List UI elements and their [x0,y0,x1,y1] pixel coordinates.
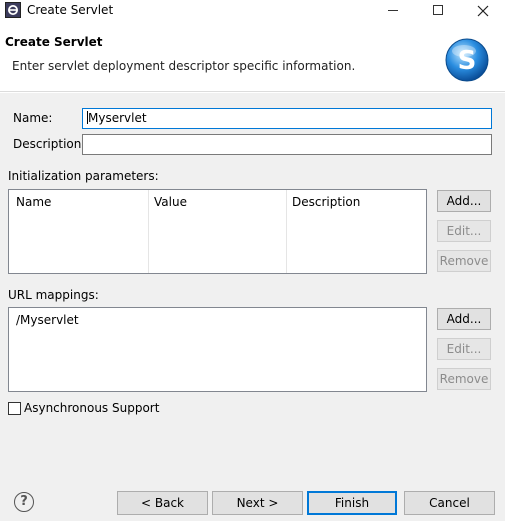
url-edit-button[interactable]: Edit... [437,338,491,360]
column-divider[interactable] [148,190,149,273]
column-header-value[interactable]: Value [154,195,187,209]
init-params-edit-button[interactable]: Edit... [437,220,491,242]
url-mappings-label: URL mappings: [8,288,99,302]
page-title: Create Servlet [5,35,103,49]
wizard-footer: ? < Back Next > Finish Cancel [0,473,505,521]
url-add-button[interactable]: Add... [437,308,491,330]
description-field[interactable] [82,134,492,155]
url-remove-button[interactable]: Remove [437,368,491,390]
back-button[interactable]: < Back [117,491,208,515]
name-field[interactable]: Myservlet [82,108,492,129]
finish-button[interactable]: Finish [307,491,397,515]
window-title: Create Servlet [27,3,114,17]
close-button[interactable] [460,0,505,22]
minimize-button[interactable] [370,0,416,22]
init-params-remove-button[interactable]: Remove [437,250,491,272]
close-icon [477,5,489,17]
title-bar: Create Servlet [0,0,505,22]
maximize-button[interactable] [415,0,461,22]
name-label: Name: [13,111,53,125]
servlet-s-logo-icon: S [445,38,489,82]
form-area: Name: Myservlet Description: Initializat… [0,93,505,473]
svg-text:S: S [458,46,477,76]
eclipse-icon [5,2,21,18]
async-support-label[interactable]: Asynchronous Support [24,401,159,415]
minimize-icon [388,10,398,11]
async-support-checkbox[interactable] [8,402,21,415]
init-params-label: Initialization parameters: [8,169,159,183]
next-button[interactable]: Next > [212,491,303,515]
description-label: Description: [13,137,86,151]
maximize-icon [433,5,443,15]
url-mappings-list[interactable]: /Myservlet [8,307,427,392]
wizard-header: Create Servlet Enter servlet deployment … [0,22,505,92]
list-item[interactable]: /Myservlet [16,313,79,327]
column-divider[interactable] [286,190,287,273]
init-params-table[interactable]: Name Value Description [8,189,427,274]
init-params-add-button[interactable]: Add... [437,190,491,212]
column-header-description[interactable]: Description [292,195,360,209]
help-icon[interactable]: ? [14,492,34,512]
name-field-value: Myservlet [88,111,147,125]
column-header-name[interactable]: Name [16,195,51,209]
cancel-button[interactable]: Cancel [404,491,495,515]
page-description: Enter servlet deployment descriptor spec… [12,59,356,73]
